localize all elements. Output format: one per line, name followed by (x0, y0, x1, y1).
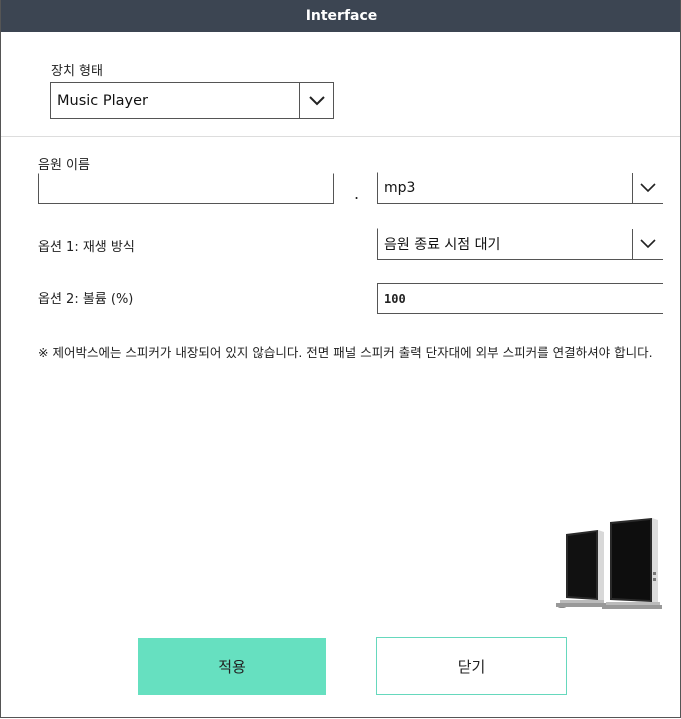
volume-input[interactable]: 100 (377, 283, 663, 314)
audio-name-label: 음원 이름 (38, 158, 90, 173)
volume-value: 100 (384, 291, 406, 306)
apply-button[interactable]: 적용 (138, 638, 326, 695)
interface-window: Interface 장치 형태 Music Player 음원 이름 . mp3… (0, 0, 681, 718)
playback-mode-select[interactable]: 음원 종료 시점 대기 (377, 228, 663, 260)
device-type-select[interactable]: Music Player (50, 82, 334, 119)
audio-name-input[interactable] (38, 173, 334, 204)
playback-mode-value: 음원 종료 시점 대기 (384, 237, 501, 253)
device-type-label: 장치 형태 (51, 64, 103, 79)
speaker-notice: ※ 제어박스에는 스피커가 내장되어 있지 않습니다. 전면 패널 스피커 출력… (38, 345, 653, 360)
extension-select[interactable]: mp3 (377, 172, 663, 204)
device-type-value: Music Player (57, 92, 148, 109)
section-divider (1, 136, 680, 137)
window-title: Interface (305, 8, 378, 24)
chevron-down-icon[interactable] (632, 173, 663, 203)
extension-value: mp3 (384, 180, 416, 196)
option1-label: 옵션 1: 재생 방식 (38, 240, 135, 255)
chevron-down-icon[interactable] (632, 229, 663, 259)
extension-separator: . (354, 184, 360, 203)
speakers-icon (554, 512, 664, 612)
chevron-down-icon[interactable] (299, 83, 333, 118)
option2-label: 옵션 2: 볼륨 (%) (38, 292, 134, 307)
window-titlebar: Interface (1, 0, 680, 32)
close-button[interactable]: 닫기 (376, 637, 567, 695)
